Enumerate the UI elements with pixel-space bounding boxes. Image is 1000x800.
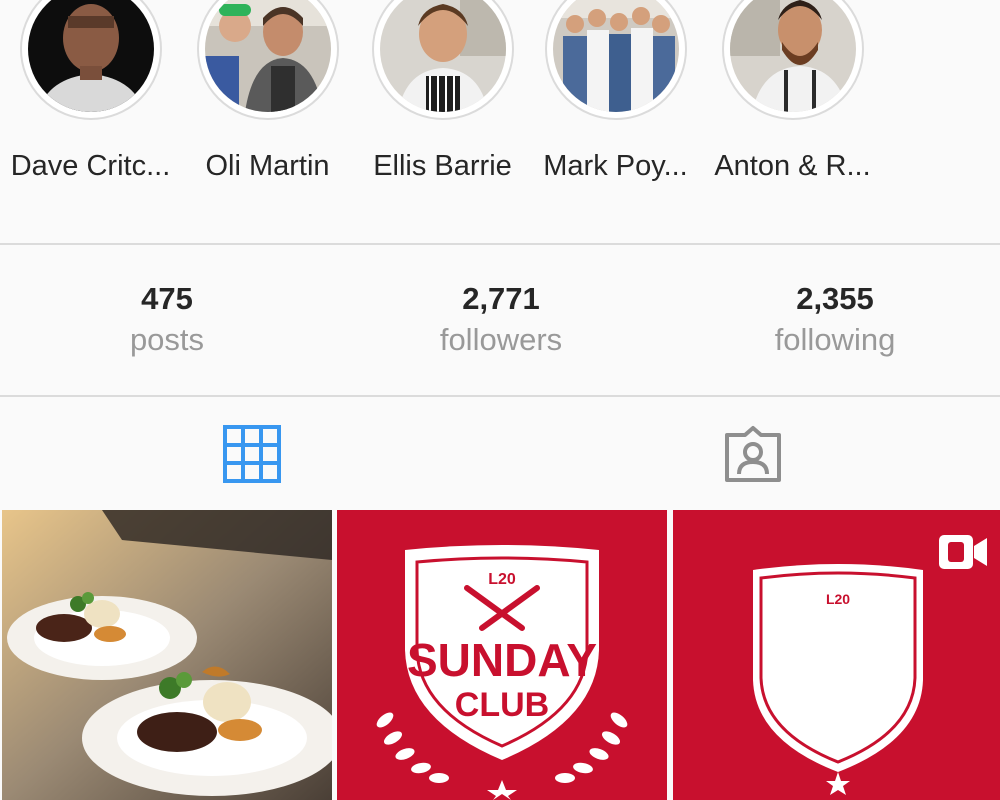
story-highlights: Dave Critc... Oli Martin Ellis Barrie Ma… [0, 0, 1000, 243]
highlight-label: Dave Critc... [10, 150, 171, 182]
tab-tagged[interactable] [500, 397, 1000, 509]
tab-grid[interactable] [0, 397, 500, 509]
avatar[interactable] [730, 0, 856, 112]
post-thumbnail[interactable]: L20 SUNDAY CLUB [337, 510, 667, 800]
highlight-ring [545, 0, 687, 120]
highlight-ring [372, 0, 514, 120]
highlight-label: Oli Martin [205, 150, 330, 182]
tagged-person-icon [725, 426, 781, 482]
avatar[interactable] [205, 0, 331, 112]
post-thumbnail[interactable]: L20 [673, 510, 1000, 800]
highlight-label: Mark Poy... [543, 150, 688, 182]
highlight-label: Anton & R... [714, 150, 871, 182]
posts-label: posts [129, 322, 205, 357]
badge-small-text: L20 [488, 571, 516, 588]
video-icon [939, 535, 987, 569]
badge-small-text: L20 [826, 591, 850, 607]
following-stat[interactable]: 2,355 following [668, 280, 1000, 362]
highlight-ring [197, 0, 339, 120]
highlight-ring [722, 0, 864, 120]
followers-count: 2,771 [462, 281, 540, 316]
sunday-club-logo: L20 SUNDAY CLUB [337, 510, 667, 800]
following-count: 2,355 [796, 281, 874, 316]
profile-tabs [0, 397, 1000, 509]
following-label: following [774, 322, 896, 357]
profile-stats: 475 posts 2,771 followers 2,355 followin… [0, 245, 1000, 395]
post-thumbnail[interactable] [2, 510, 332, 800]
posts-count: 475 [141, 281, 193, 316]
grid-icon [223, 425, 281, 483]
avatar[interactable] [28, 0, 154, 112]
badge-title-line-2: CLUB [455, 686, 549, 724]
posts-stat[interactable]: 475 posts [0, 280, 334, 362]
highlight-ring [20, 0, 162, 120]
post-grid: L20 SUNDAY CLUB L20 [0, 510, 1000, 800]
avatar[interactable] [380, 0, 506, 112]
highlight-label: Ellis Barrie [373, 150, 512, 182]
food-photo [2, 510, 332, 800]
followers-label: followers [439, 322, 563, 357]
avatar[interactable] [553, 0, 679, 112]
badge-title-line-1: SUNDAY [407, 634, 597, 686]
followers-stat[interactable]: 2,771 followers [334, 280, 668, 362]
